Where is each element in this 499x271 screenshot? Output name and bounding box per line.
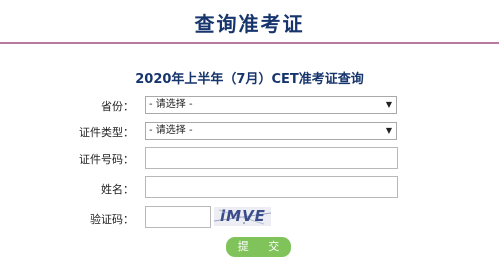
id-number-label: 证件号码： [79, 153, 134, 166]
id-type-select[interactable]: - 请选择 - ▼ [145, 122, 397, 140]
id-number-field[interactable] [145, 147, 398, 169]
id-type-selected-value: - 请选择 - [149, 125, 193, 136]
name-field[interactable] [145, 176, 398, 198]
name-label: 姓名： [101, 183, 134, 196]
dropdown-arrow-icon: ▼ [385, 100, 392, 109]
dropdown-arrow-icon: ▼ [385, 126, 392, 135]
form-heading: 2020年上半年（7月）CET准考证查询 [135, 72, 364, 87]
captcha-label: 验证码： [90, 213, 134, 226]
submit-button[interactable]: 提 交 [226, 237, 291, 257]
page-title: 查询准考证 [194, 12, 305, 36]
cet-query-page: 查询准考证 2020年上半年（7月）CET准考证查询 省份： - 请选择 - ▼… [0, 0, 499, 271]
province-label: 省份： [101, 100, 134, 113]
province-selected-value: - 请选择 - [149, 99, 193, 110]
province-select[interactable]: - 请选择 - ▼ [145, 96, 397, 114]
captcha-text: iMVE [220, 207, 266, 225]
captcha-field[interactable] [145, 206, 211, 228]
captcha-image[interactable]: iMVE [214, 207, 271, 226]
id-type-label: 证件类型： [79, 126, 134, 139]
title-divider [0, 42, 499, 44]
